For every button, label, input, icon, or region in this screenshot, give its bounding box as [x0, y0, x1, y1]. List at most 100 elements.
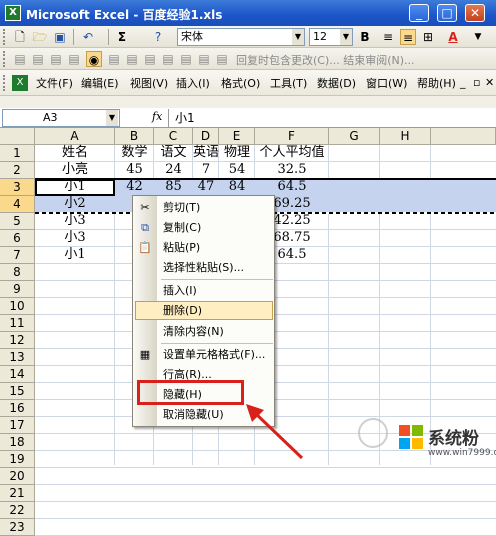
close-doc-button[interactable]: ✕	[485, 76, 494, 89]
row-header-16[interactable]: 16	[0, 400, 35, 417]
row-header-10[interactable]: 10	[0, 298, 35, 315]
undo-icon[interactable]: ↶	[80, 29, 96, 45]
menu-insert-row[interactable]: 插入(I)	[163, 282, 197, 300]
row-header-12[interactable]: 12	[0, 332, 35, 349]
column-header-d[interactable]: D	[193, 128, 219, 145]
row-header-19[interactable]: 19	[0, 451, 35, 468]
restore-doc-button[interactable]: ▫	[473, 76, 480, 89]
row-header-23[interactable]: 23	[0, 519, 35, 536]
help-icon[interactable]: ?	[150, 29, 166, 45]
name-box[interactable]: A3 ▼	[2, 109, 120, 127]
align-center-icon[interactable]: ≡	[400, 29, 416, 45]
row-header-7[interactable]: 7	[0, 247, 35, 264]
row-header-22[interactable]: 22	[0, 502, 35, 519]
cell-a1[interactable]: 姓名	[35, 145, 115, 162]
menu-insert[interactable]: 插入(I)	[176, 75, 210, 91]
cell-a7[interactable]: 小1	[35, 247, 115, 264]
row-header-2[interactable]: 2	[0, 162, 35, 179]
review-icon[interactable]: ▤	[160, 51, 176, 67]
review-icon[interactable]: ▤	[12, 51, 28, 67]
column-header-f[interactable]: F	[255, 128, 329, 145]
toolbar-grip[interactable]	[3, 75, 6, 91]
row-header-14[interactable]: 14	[0, 366, 35, 383]
menu-help[interactable]: 帮助(H)	[417, 75, 456, 91]
review-icon[interactable]: ▤	[66, 51, 82, 67]
maximize-button[interactable]: □	[437, 4, 457, 22]
row-header-5[interactable]: 5	[0, 213, 35, 230]
row-header-9[interactable]: 9	[0, 281, 35, 298]
minimize-doc-button[interactable]: _	[460, 76, 466, 89]
cell-d3[interactable]: 47	[193, 179, 219, 196]
menu-delete[interactable]: 删除(D)	[163, 302, 202, 320]
row-header-13[interactable]: 13	[0, 349, 35, 366]
bold-button[interactable]: B	[357, 29, 373, 45]
save-icon[interactable]: ▣	[52, 29, 68, 45]
chevron-down-icon[interactable]: ▼	[106, 110, 118, 126]
row-header-11[interactable]: 11	[0, 315, 35, 332]
new-icon[interactable]: 🗋	[12, 29, 28, 45]
open-icon[interactable]: 🗁	[32, 29, 48, 45]
cell-c2[interactable]: 24	[154, 162, 193, 179]
cell-b2[interactable]: 45	[115, 162, 154, 179]
cell-b1[interactable]: 数学	[115, 145, 154, 162]
menu-view[interactable]: 视图(V)	[130, 75, 168, 91]
font-name-select[interactable]: 宋体 ▼	[177, 28, 305, 46]
cell-c1[interactable]: 语文	[154, 145, 193, 162]
font-size-select[interactable]: 12 ▼	[309, 28, 353, 46]
minimize-button[interactable]: _	[409, 4, 429, 22]
menu-unhide[interactable]: 取消隐藏(U)	[163, 406, 224, 424]
review-icon[interactable]: ▤	[178, 51, 194, 67]
menu-copy[interactable]: 复制(C)	[163, 219, 201, 237]
cell-f1[interactable]: 个人平均值	[255, 145, 329, 162]
column-header-g[interactable]: G	[329, 128, 380, 145]
review-icon[interactable]: ◉	[86, 51, 102, 67]
font-color-button[interactable]: A	[445, 29, 461, 45]
menu-paste-special[interactable]: 选择性粘贴(S)...	[163, 259, 244, 277]
autosum-icon[interactable]: Σ	[114, 29, 130, 45]
column-header-b[interactable]: B	[115, 128, 154, 145]
review-icon[interactable]: ▤	[142, 51, 158, 67]
row-header-8[interactable]: 8	[0, 264, 35, 281]
menu-format-cells[interactable]: 设置单元格格式(F)...	[163, 346, 265, 364]
cell-d2[interactable]: 7	[193, 162, 219, 179]
menu-tools[interactable]: 工具(T)	[270, 75, 307, 91]
row-header-18[interactable]: 18	[0, 434, 35, 451]
row-header-3[interactable]: 3	[0, 179, 35, 196]
row-header-21[interactable]: 21	[0, 485, 35, 502]
menu-clear-contents[interactable]: 清除内容(N)	[163, 323, 224, 341]
cell-e1[interactable]: 物理	[219, 145, 255, 162]
cell-b3[interactable]: 42	[115, 179, 154, 196]
function-icon[interactable]: fx	[152, 110, 162, 123]
chevron-down-icon[interactable]: ▼	[340, 29, 352, 45]
column-header-c[interactable]: C	[154, 128, 193, 145]
review-icon[interactable]: ▤	[30, 51, 46, 67]
review-options-text[interactable]: 回复时包含更改(C)... 结束审阅(N)...	[236, 52, 415, 68]
cell-f3[interactable]: 64.5	[255, 179, 329, 196]
menu-file[interactable]: 文件(F)	[36, 75, 73, 91]
cell-d1[interactable]: 英语	[193, 145, 219, 162]
toolbar-grip[interactable]	[3, 51, 6, 67]
column-header-a[interactable]: A	[35, 128, 115, 145]
select-all-corner[interactable]	[0, 128, 35, 145]
cell-e2[interactable]: 54	[219, 162, 255, 179]
review-icon[interactable]: ▤	[196, 51, 212, 67]
cell-f2[interactable]: 32.5	[255, 162, 329, 179]
row-header-4[interactable]: 4	[0, 196, 35, 213]
cell-a5[interactable]: 小3	[35, 213, 115, 230]
excel-doc-icon[interactable]: X	[12, 75, 28, 91]
cell-a6[interactable]: 小3	[35, 230, 115, 247]
align-left-icon[interactable]: ≡	[380, 29, 396, 45]
cell-a4[interactable]: 小2	[35, 196, 115, 213]
close-button[interactable]: ✕	[465, 4, 485, 22]
review-icon[interactable]: ▤	[124, 51, 140, 67]
menu-data[interactable]: 数据(D)	[317, 75, 356, 91]
cell-a3[interactable]: 小1	[35, 179, 115, 196]
cell-c3[interactable]: 85	[154, 179, 193, 196]
row-header-15[interactable]: 15	[0, 383, 35, 400]
merge-center-icon[interactable]: ⊞	[420, 29, 436, 45]
row-header-1[interactable]: 1	[0, 145, 35, 162]
menu-edit[interactable]: 编辑(E)	[81, 75, 119, 91]
cell-a2[interactable]: 小亮	[35, 162, 115, 179]
toolbar-grip[interactable]	[3, 29, 6, 45]
menu-format[interactable]: 格式(O)	[221, 75, 260, 91]
